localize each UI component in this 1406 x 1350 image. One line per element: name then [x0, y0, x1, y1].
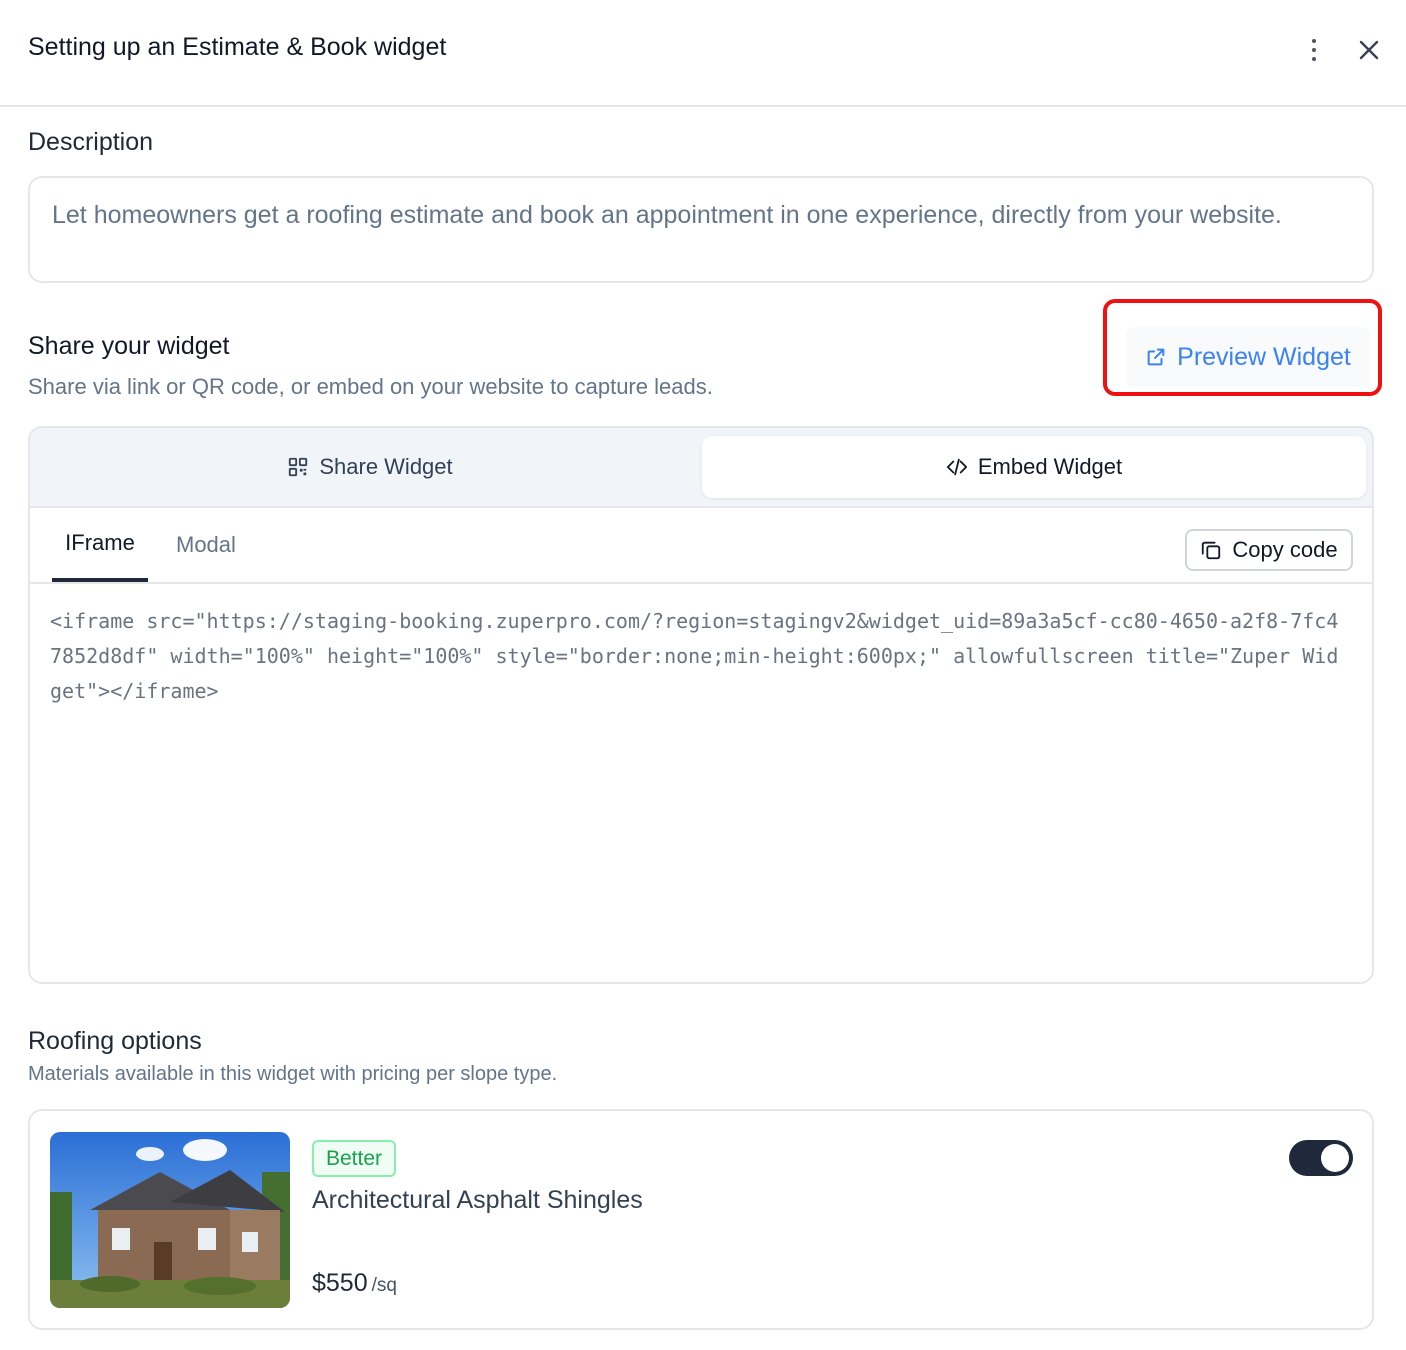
- qr-code-icon: [289, 457, 308, 477]
- tab-modal[interactable]: Modal: [176, 508, 236, 582]
- copy-code-button[interactable]: Copy code: [1185, 529, 1353, 571]
- option-enabled-toggle[interactable]: [1289, 1140, 1353, 1176]
- share-widget-segment[interactable]: Share Widget: [38, 436, 702, 498]
- copy-code-label: Copy code: [1232, 537, 1338, 562]
- dialog-header: Setting up an Estimate & Book widget: [0, 0, 1406, 107]
- share-widget-label: Share Widget: [319, 454, 453, 479]
- roofing-options-title: Roofing options: [28, 1027, 202, 1055]
- segment-control: Share Widget Embed Widget: [30, 428, 1372, 508]
- embed-type-tabs: IFrame Modal Copy code: [30, 508, 1372, 584]
- price-unit: /sq: [371, 1275, 397, 1296]
- house-thumbnail: [50, 1132, 290, 1308]
- tab-iframe[interactable]: IFrame: [52, 508, 148, 582]
- copy-icon: [1202, 541, 1221, 560]
- close-icon[interactable]: [1355, 36, 1383, 64]
- description-label: Description: [28, 128, 154, 156]
- roofing-options-subtitle: Materials available in this widget with …: [28, 1063, 558, 1085]
- price-value: $550: [312, 1269, 368, 1297]
- code-icon: [946, 458, 967, 476]
- option-price: $550 /sq: [312, 1269, 397, 1298]
- embed-widget-label: Embed Widget: [977, 454, 1123, 479]
- roofing-option-card: Better Architectural Asphalt Shingles $5…: [28, 1109, 1374, 1330]
- share-subtitle: Share via link or QR code, or embed on y…: [28, 374, 713, 399]
- embed-code-block[interactable]: <iframe src="https://staging-booking.zup…: [50, 604, 1350, 709]
- preview-widget-button[interactable]: Preview Widget: [1126, 327, 1370, 387]
- tier-badge: Better: [312, 1140, 397, 1177]
- dialog-title: Setting up an Estimate & Book widget: [28, 33, 447, 61]
- more-options-icon[interactable]: [1300, 36, 1328, 64]
- description-box: Let homeowners get a roofing estimate an…: [28, 176, 1374, 283]
- embed-widget-segment[interactable]: Embed Widget: [702, 436, 1366, 498]
- option-name: Architectural Asphalt Shingles: [312, 1186, 643, 1214]
- preview-widget-label: Preview Widget: [1177, 342, 1351, 371]
- external-link-icon: [1147, 348, 1165, 366]
- embed-panel: Share Widget Embed Widget IFrame Modal C…: [28, 426, 1374, 984]
- share-title: Share your widget: [28, 332, 230, 360]
